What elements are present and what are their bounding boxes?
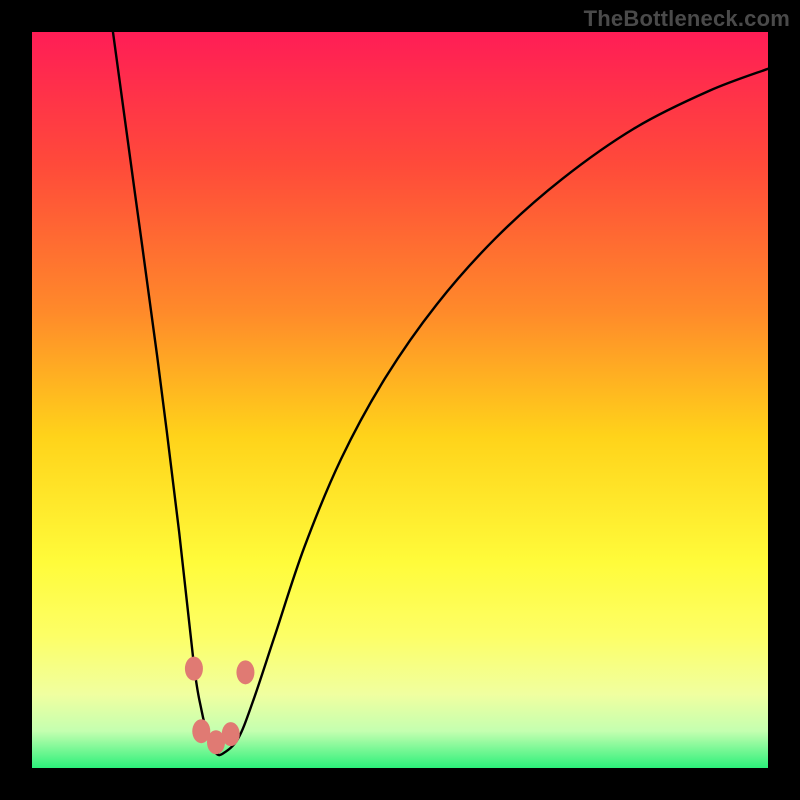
chart-svg xyxy=(32,32,768,768)
watermark-text: TheBottleneck.com xyxy=(584,6,790,32)
curve-marker xyxy=(185,657,203,681)
gradient-background xyxy=(32,32,768,768)
curve-marker xyxy=(236,660,254,684)
curve-marker xyxy=(222,722,240,746)
chart-area xyxy=(32,32,768,768)
